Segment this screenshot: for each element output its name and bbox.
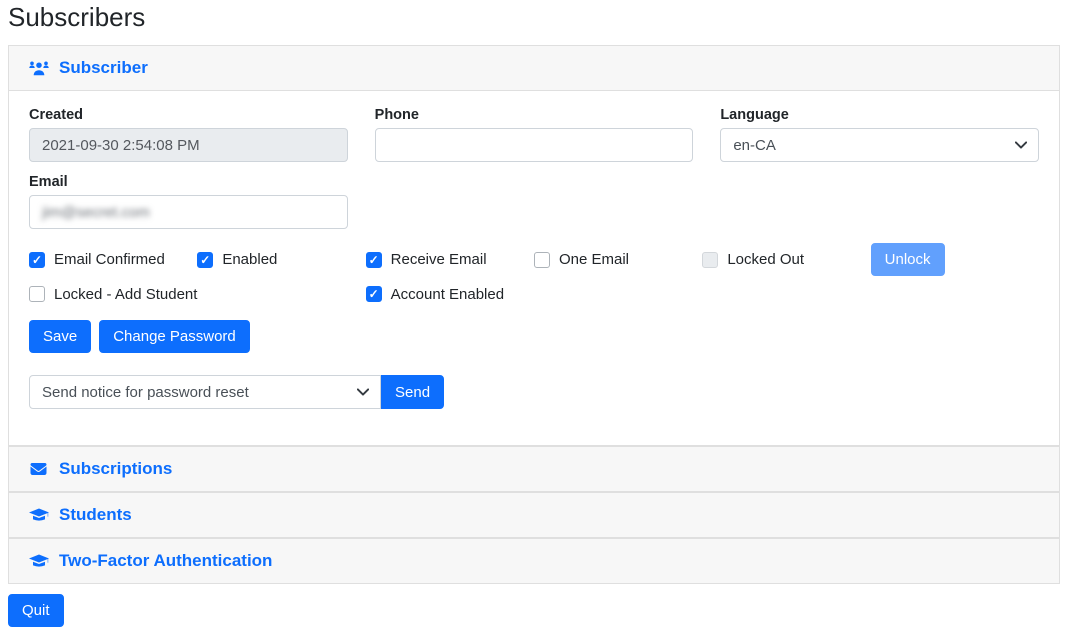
checkbox-email-confirmed[interactable]: Email Confirmed bbox=[29, 251, 197, 268]
save-button[interactable]: Save bbox=[29, 320, 91, 353]
top-field-row: Created 2021-09-30 2:54:08 PM Phone Lang… bbox=[29, 107, 1039, 162]
subscriber-section-header[interactable]: Subscriber bbox=[9, 46, 1059, 90]
graduation-cap-icon bbox=[29, 507, 49, 524]
email-label: Email bbox=[29, 174, 1039, 190]
checkbox-one-email[interactable]: One Email bbox=[534, 251, 702, 268]
phone-field-group: Phone bbox=[375, 107, 694, 162]
accordion: Subscriber Created 2021-09-30 2:54:08 PM… bbox=[8, 45, 1060, 584]
two-factor-section-header[interactable]: Two-Factor Authentication bbox=[9, 539, 1059, 583]
phone-label: Phone bbox=[375, 107, 694, 123]
checkbox-box[interactable] bbox=[197, 252, 213, 268]
checkbox-account-enabled[interactable]: Account Enabled bbox=[366, 286, 534, 303]
footer: Quit bbox=[8, 594, 1074, 627]
quit-button[interactable]: Quit bbox=[8, 594, 64, 627]
chevron-down-icon bbox=[1015, 140, 1027, 150]
checkbox-enabled[interactable]: Enabled bbox=[197, 251, 365, 268]
email-field-group: Email jim@secret.com bbox=[29, 174, 1039, 229]
subscriber-section-title: Subscriber bbox=[59, 57, 148, 79]
checkbox-locked-out: Locked Out bbox=[702, 251, 870, 268]
subscribers-page: Subscribers Subscriber bbox=[0, 0, 1082, 627]
graduation-cap-icon bbox=[29, 553, 49, 570]
checkbox-box[interactable] bbox=[366, 286, 382, 302]
students-section-header[interactable]: Students bbox=[9, 493, 1059, 537]
subscriber-card: Subscriber Created 2021-09-30 2:54:08 PM… bbox=[8, 45, 1060, 446]
created-field-group: Created 2021-09-30 2:54:08 PM bbox=[29, 107, 348, 162]
chevron-down-icon bbox=[357, 387, 369, 397]
checkbox-locked-add-student[interactable]: Locked - Add Student bbox=[29, 286, 366, 303]
change-password-button[interactable]: Change Password bbox=[99, 320, 250, 353]
checkbox-box[interactable] bbox=[29, 286, 45, 302]
unlock-button: Unlock bbox=[871, 243, 945, 276]
action-button-row: Save Change Password bbox=[29, 320, 1039, 353]
checkbox-box[interactable] bbox=[534, 252, 550, 268]
users-icon bbox=[29, 60, 49, 77]
email-input[interactable]: jim@secret.com bbox=[29, 195, 348, 229]
notice-select[interactable]: Send notice for password reset bbox=[29, 375, 381, 409]
created-input: 2021-09-30 2:54:08 PM bbox=[29, 128, 348, 162]
notice-send-group: Send notice for password reset Send bbox=[29, 375, 435, 409]
subscriptions-card: Subscriptions bbox=[8, 446, 1060, 492]
two-factor-section-title: Two-Factor Authentication bbox=[59, 550, 272, 572]
unlock-cell: Unlock bbox=[871, 243, 1039, 276]
envelope-icon bbox=[29, 461, 49, 478]
subscriptions-section-header[interactable]: Subscriptions bbox=[9, 447, 1059, 491]
checkbox-box[interactable] bbox=[29, 252, 45, 268]
created-label: Created bbox=[29, 107, 348, 123]
subscriptions-section-title: Subscriptions bbox=[59, 458, 172, 480]
email-redacted-value: jim@secret.com bbox=[42, 204, 150, 221]
language-label: Language bbox=[720, 107, 1039, 123]
students-section-title: Students bbox=[59, 504, 132, 526]
language-select[interactable]: en-CA bbox=[720, 128, 1039, 162]
send-button[interactable]: Send bbox=[381, 375, 444, 409]
checkbox-receive-email[interactable]: Receive Email bbox=[366, 251, 534, 268]
page-title: Subscribers bbox=[8, 2, 1074, 32]
language-field-group: Language en-CA bbox=[720, 107, 1039, 162]
checkbox-box bbox=[702, 252, 718, 268]
two-factor-card: Two-Factor Authentication bbox=[8, 538, 1060, 584]
checkbox-row-2: Locked - Add Student Account Enabled bbox=[29, 284, 1039, 304]
students-card: Students bbox=[8, 492, 1060, 538]
checkbox-row-1: Email Confirmed Enabled Receive Email On… bbox=[29, 243, 1039, 276]
subscriber-form: Created 2021-09-30 2:54:08 PM Phone Lang… bbox=[9, 90, 1059, 445]
phone-input[interactable] bbox=[375, 128, 694, 162]
checkbox-box[interactable] bbox=[366, 252, 382, 268]
